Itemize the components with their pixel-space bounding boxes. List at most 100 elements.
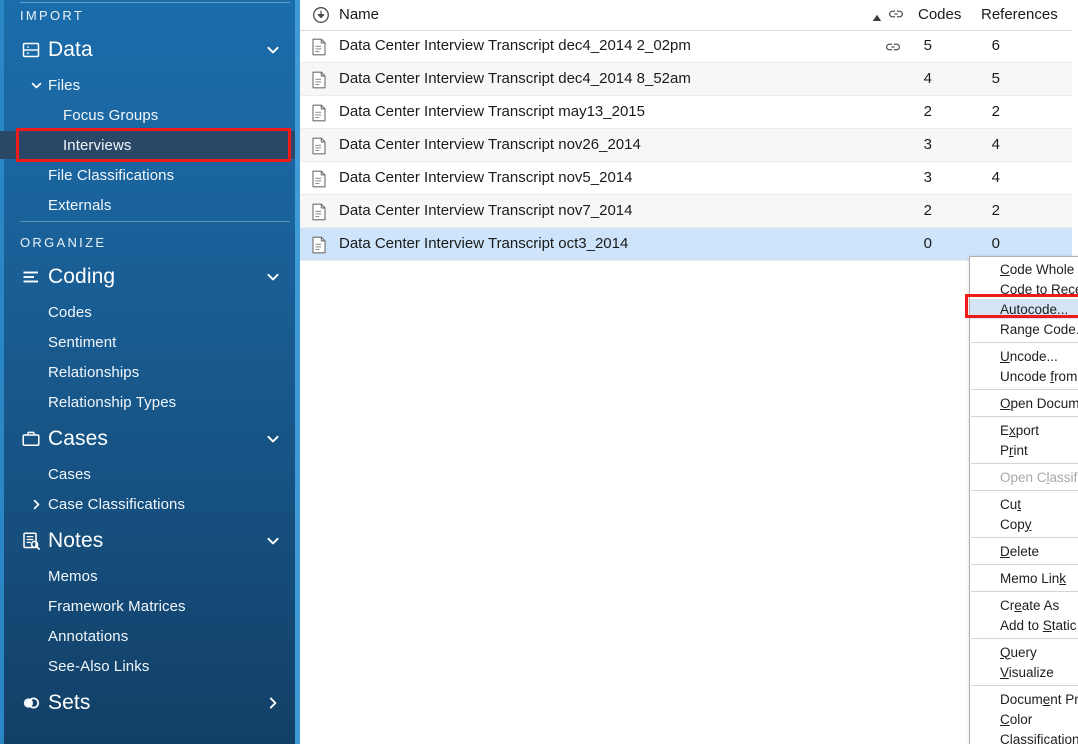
- menu-separator: [971, 389, 1078, 390]
- sidebar-item-label: Framework Matrices: [48, 598, 186, 615]
- chevron-down-icon[interactable]: [265, 533, 281, 549]
- sidebar-item-case-classifications[interactable]: Case Classifications: [0, 490, 295, 518]
- row-references-count: 4: [978, 169, 1000, 186]
- menu-item-add-to-static-set[interactable]: Add to Static Set...: [970, 615, 1078, 635]
- sidebar-item-interviews[interactable]: Interviews: [0, 131, 295, 159]
- sidebar-item-framework-matrices[interactable]: Framework Matrices: [0, 592, 295, 620]
- menu-item-memo-link[interactable]: Memo Link: [970, 568, 1078, 588]
- menu-item-classification[interactable]: Classification: [970, 729, 1078, 744]
- sidebar-top-divider: [20, 2, 290, 3]
- menu-separator: [971, 564, 1078, 565]
- sort-ascending-icon[interactable]: [872, 9, 882, 17]
- sidebar-item-sentiment[interactable]: Sentiment: [0, 328, 295, 356]
- sidebar-item-relationships[interactable]: Relationships: [0, 358, 295, 386]
- row-file-name: Data Center Interview Transcript dec4_20…: [339, 70, 691, 87]
- chevron-down-icon[interactable]: [265, 42, 281, 58]
- menu-item-label: Document Properties...: [1000, 692, 1078, 707]
- table-row[interactable]: Data Center Interview Transcript dec4_20…: [300, 30, 1072, 63]
- table-row[interactable]: Data Center Interview Transcript may13_2…: [300, 96, 1072, 129]
- menu-item-label: Uncode from Recent Codes: [1000, 369, 1078, 384]
- menu-item-uncode[interactable]: Uncode...Ctrl+Shift+F2: [970, 346, 1078, 366]
- sidebar-item-memos[interactable]: Memos: [0, 562, 295, 590]
- menu-item-label: Memo Link: [1000, 571, 1066, 586]
- sidebar-item-cases[interactable]: Cases: [0, 460, 295, 488]
- row-codes-count: 2: [910, 103, 932, 120]
- sidebar-item-files[interactable]: Files: [0, 71, 295, 99]
- menu-item-label: Autocode...: [1000, 302, 1068, 317]
- document-context-menu[interactable]: Code Whole DocumentCtrl+F2Code to Recent…: [969, 256, 1078, 744]
- sidebar-item-label: Focus Groups: [63, 107, 158, 124]
- menu-item-label: Delete: [1000, 544, 1039, 559]
- sidebar-item-annotations[interactable]: Annotations: [0, 622, 295, 650]
- sidebar-group-sets[interactable]: Sets: [0, 688, 295, 718]
- menu-item-copy[interactable]: CopyCtrl+C: [970, 514, 1078, 534]
- menu-item-document-properties[interactable]: Document Properties...Ctrl+Shift+P: [970, 689, 1078, 709]
- row-file-name: Data Center Interview Transcript oct3_20…: [339, 235, 628, 252]
- table-row[interactable]: Data Center Interview Transcript dec4_20…: [300, 63, 1072, 96]
- sidebar-item-externals[interactable]: Externals: [0, 191, 295, 219]
- menu-item-query[interactable]: Query: [970, 642, 1078, 662]
- row-references-count: 2: [978, 103, 1000, 120]
- menu-item-cut[interactable]: CutCtrl+X: [970, 494, 1078, 514]
- menu-item-visualize[interactable]: Visualize: [970, 662, 1078, 682]
- sidebar-group-notes[interactable]: Notes: [0, 526, 295, 556]
- sidebar-item-relationship-types[interactable]: Relationship Types: [0, 388, 295, 416]
- column-header-references[interactable]: References: [981, 6, 1058, 23]
- sidebar-item-label: Relationships: [48, 364, 139, 381]
- coding-lines-icon: [20, 266, 42, 288]
- chevron-down-icon[interactable]: [265, 431, 281, 447]
- column-header-name[interactable]: Name: [339, 6, 379, 23]
- menu-item-uncode-from-recent-codes[interactable]: Uncode from Recent Codes: [970, 366, 1078, 386]
- row-file-name: Data Center Interview Transcript nov26_2…: [339, 136, 641, 153]
- table-row[interactable]: Data Center Interview Transcript nov5_20…: [300, 162, 1072, 195]
- table-row[interactable]: Data Center Interview Transcript nov26_2…: [300, 129, 1072, 162]
- menu-item-label: Open Document...: [1000, 396, 1078, 411]
- chevron-down-icon[interactable]: [265, 269, 281, 285]
- menu-item-export[interactable]: Export: [970, 420, 1078, 440]
- menu-item-code-to-recent-codes[interactable]: Code to Recent Codes: [970, 279, 1078, 299]
- sidebar-group-label: Data: [48, 38, 93, 62]
- menu-item-open-document[interactable]: Open Document...Ctrl+Shift+O: [970, 393, 1078, 413]
- sidebar-group-cases[interactable]: Cases: [0, 424, 295, 454]
- document-icon: [311, 104, 327, 122]
- table-row[interactable]: Data Center Interview Transcript nov7_20…: [300, 195, 1072, 228]
- chevron-right-icon[interactable]: [265, 695, 281, 711]
- menu-item-delete[interactable]: DeleteDel: [970, 541, 1078, 561]
- sidebar-item-focus-groups[interactable]: Focus Groups: [0, 101, 295, 129]
- column-header-codes[interactable]: Codes: [918, 6, 961, 23]
- menu-separator: [971, 463, 1078, 464]
- menu-item-open-classification-sheet: Open Classification Sheet: [970, 467, 1078, 487]
- sidebar-item-file-classifications[interactable]: File Classifications: [0, 161, 295, 189]
- row-codes-count: 5: [910, 37, 932, 54]
- menu-item-autocode[interactable]: Autocode...: [970, 299, 1078, 319]
- row-codes-count: 0: [910, 235, 932, 252]
- chevron-down-icon[interactable]: [30, 79, 43, 92]
- menu-item-code-whole-document[interactable]: Code Whole DocumentCtrl+F2: [970, 259, 1078, 279]
- menu-separator: [971, 490, 1078, 491]
- row-codes-count: 2: [910, 202, 932, 219]
- menu-separator: [971, 591, 1078, 592]
- circle-arrow-down-icon[interactable]: [312, 6, 330, 24]
- menu-item-label: Code Whole Document: [1000, 262, 1078, 277]
- list-header: Name Codes References: [300, 0, 1072, 31]
- venn-sets-icon: [20, 692, 42, 714]
- sidebar-item-label: Case Classifications: [48, 496, 185, 513]
- menu-item-create-as[interactable]: Create As: [970, 595, 1078, 615]
- database-icon: [20, 39, 42, 61]
- sidebar-item-see-also-links[interactable]: See-Also Links: [0, 652, 295, 680]
- sidebar-item-label: File Classifications: [48, 167, 174, 184]
- sidebar-item-label: Sentiment: [48, 334, 116, 351]
- sidebar-item-codes[interactable]: Codes: [0, 298, 295, 326]
- sidebar-group-coding[interactable]: Coding: [0, 262, 295, 292]
- menu-item-color[interactable]: Color: [970, 709, 1078, 729]
- menu-item-range-code[interactable]: Range Code...: [970, 319, 1078, 339]
- sidebar-group-data[interactable]: Data: [0, 35, 295, 65]
- chevron-right-icon[interactable]: [30, 498, 43, 511]
- row-file-name: Data Center Interview Transcript dec4_20…: [339, 37, 691, 54]
- sidebar-item-label: Relationship Types: [48, 394, 176, 411]
- menu-item-print[interactable]: Print: [970, 440, 1078, 460]
- row-references-count: 4: [978, 136, 1000, 153]
- table-row[interactable]: Data Center Interview Transcript oct3_20…: [300, 228, 1072, 261]
- row-references-count: 0: [978, 235, 1000, 252]
- menu-item-label: Print: [1000, 443, 1028, 458]
